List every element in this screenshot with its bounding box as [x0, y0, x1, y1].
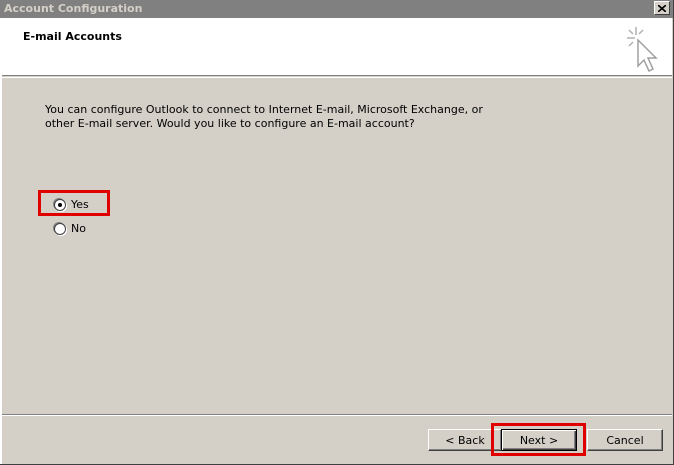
- message-line-1: You can configure Outlook to connect to …: [45, 103, 483, 116]
- close-button[interactable]: [654, 1, 670, 15]
- title-bar[interactable]: Account Configuration: [0, 0, 673, 18]
- window-edge: [0, 18, 2, 464]
- wizard-cursor-icon: [627, 27, 658, 73]
- header-divider: [2, 77, 672, 78]
- window-title: Account Configuration: [4, 2, 143, 15]
- message-line-2: other E-mail server. Would you like to c…: [45, 117, 415, 130]
- cancel-button[interactable]: Cancel: [587, 429, 663, 451]
- close-icon: [658, 4, 666, 12]
- option-no[interactable]: No: [54, 222, 86, 235]
- header-panel: E-mail Accounts: [2, 18, 672, 76]
- footer-divider-highlight: [2, 415, 672, 416]
- intro-message: You can configure Outlook to connect to …: [45, 103, 483, 131]
- option-no-label: No: [71, 222, 86, 235]
- page-title: E-mail Accounts: [23, 30, 122, 43]
- highlight-box-yes: [38, 190, 110, 216]
- account-configuration-dialog: Account Configuration E-mail Accounts Yo…: [0, 0, 674, 465]
- highlight-box-next: [491, 423, 586, 456]
- radio-no[interactable]: [54, 222, 66, 235]
